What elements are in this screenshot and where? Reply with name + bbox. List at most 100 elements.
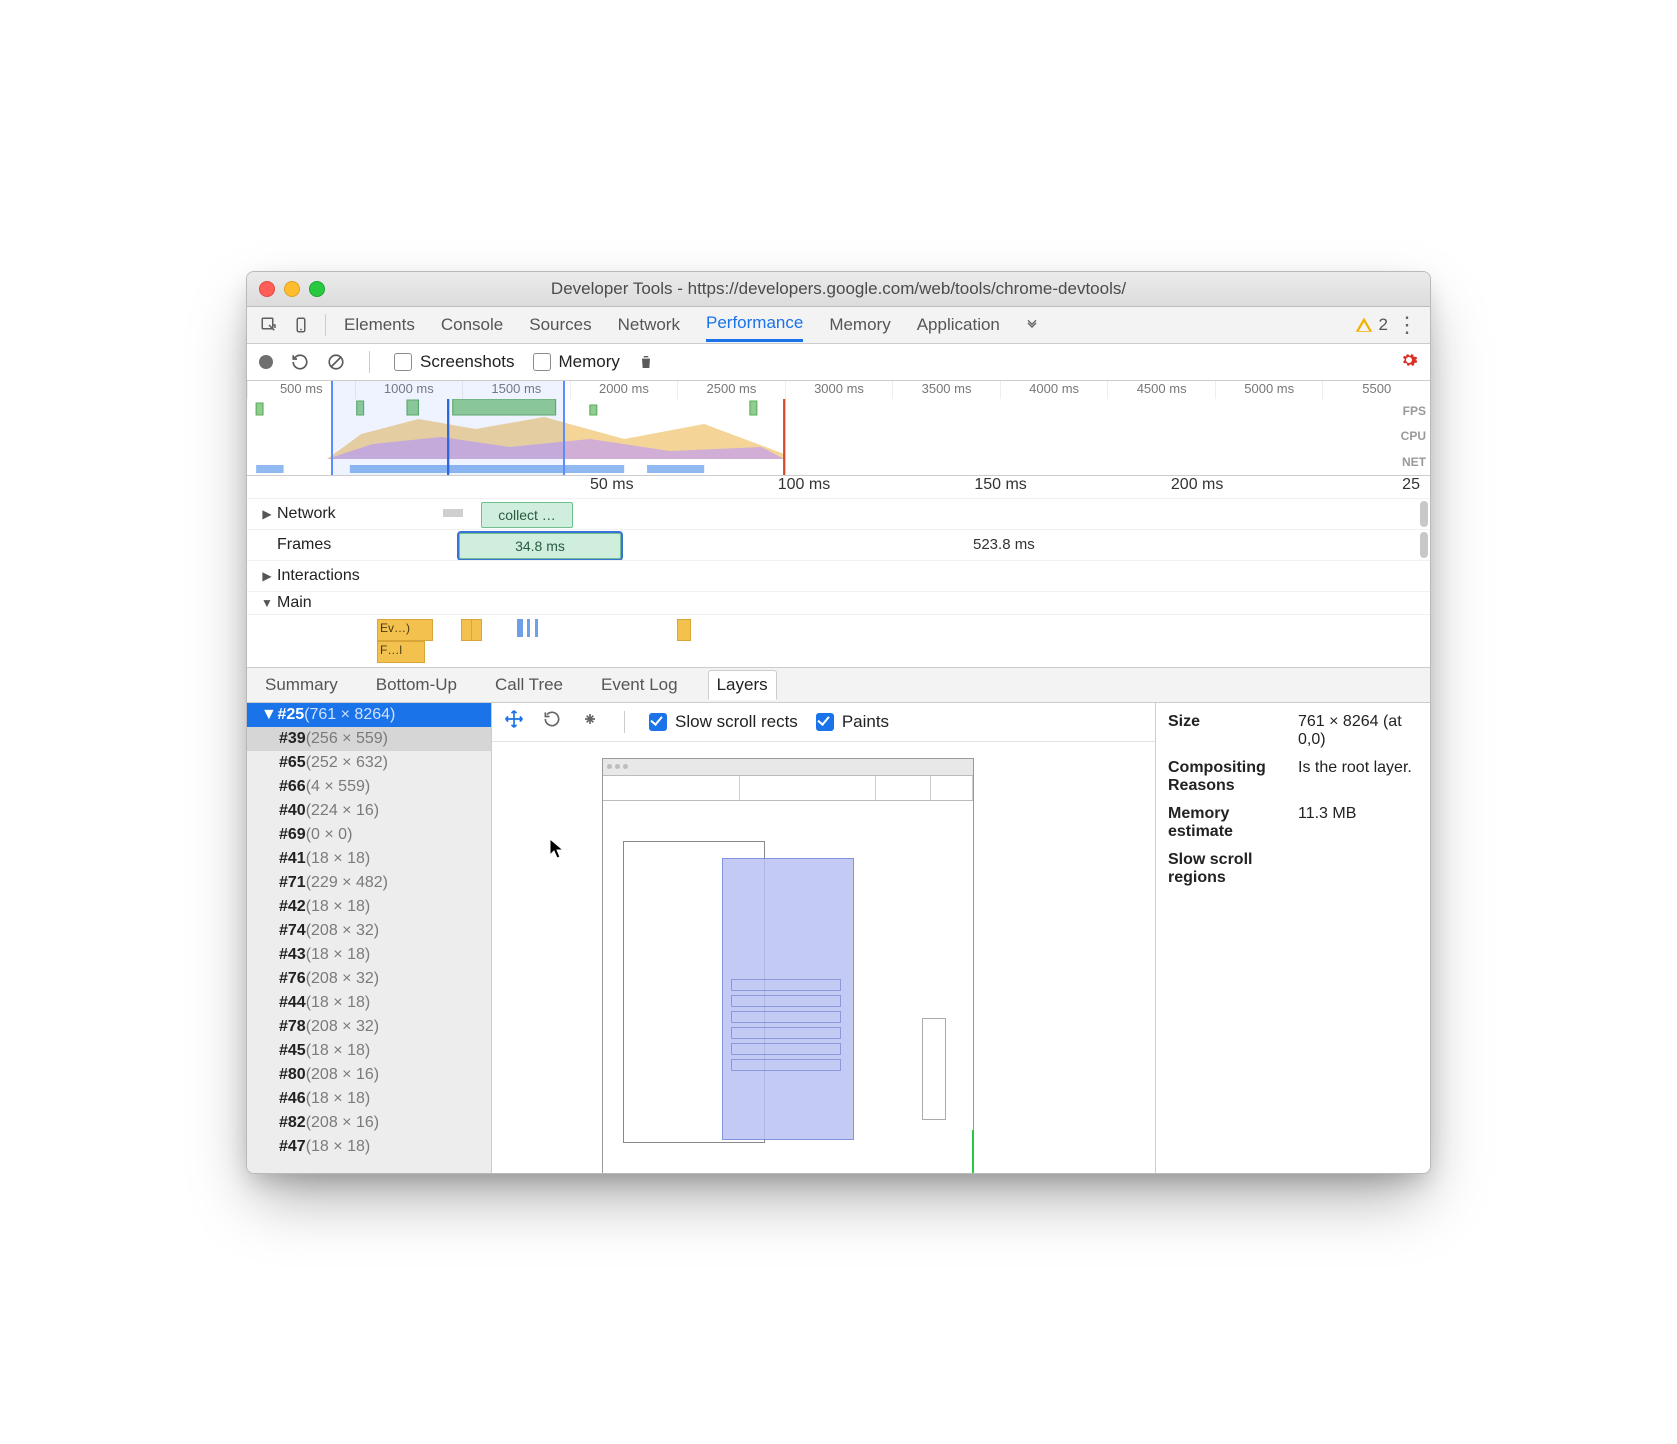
overview-row-labels: FPSCPUNET bbox=[1390, 399, 1426, 475]
tab-elements[interactable]: Elements bbox=[344, 309, 415, 341]
details-tabstrip: Summary Bottom-Up Call Tree Event Log Layers bbox=[247, 668, 1430, 703]
tab-console[interactable]: Console bbox=[441, 309, 503, 341]
screenshots-checkbox[interactable]: Screenshots bbox=[394, 352, 515, 372]
reset-view-icon[interactable] bbox=[580, 709, 600, 734]
layer-edge bbox=[972, 1130, 974, 1173]
tab-sources[interactable]: Sources bbox=[529, 309, 591, 341]
separator bbox=[624, 711, 625, 733]
window-title: Developer Tools - https://developers.goo… bbox=[247, 279, 1430, 299]
separator bbox=[369, 351, 370, 373]
tab-memory[interactable]: Memory bbox=[829, 309, 890, 341]
layer-node[interactable]: #42(18 × 18) bbox=[247, 895, 491, 919]
tab-application[interactable]: Application bbox=[917, 309, 1000, 341]
layer-node[interactable]: #45(18 × 18) bbox=[247, 1039, 491, 1063]
screenshots-label: Screenshots bbox=[420, 352, 515, 372]
clear-button[interactable] bbox=[327, 353, 345, 371]
devtools-menu-icon[interactable]: ⋮ bbox=[1392, 312, 1422, 338]
layer-details: Size 761 × 8264 (at 0,0) Compositing Reas… bbox=[1156, 703, 1430, 1173]
layer-node[interactable]: #44(18 × 18) bbox=[247, 991, 491, 1015]
layer-node[interactable]: #80(208 × 16) bbox=[247, 1063, 491, 1087]
layer-node[interactable]: #39(256 × 559) bbox=[247, 727, 491, 751]
layer-node[interactable]: #71(229 × 482) bbox=[247, 871, 491, 895]
titlebar: Developer Tools - https://developers.goo… bbox=[247, 272, 1430, 307]
zoom-window-button[interactable] bbox=[309, 281, 325, 297]
overview-ruler[interactable]: 500 ms1000 ms1500 ms2000 ms2500 ms3000 m… bbox=[247, 381, 1430, 476]
details-tab-event-log[interactable]: Event Log bbox=[593, 671, 686, 699]
layer-node[interactable]: ▼ #25(761 × 8264) bbox=[247, 703, 491, 727]
inspect-element-icon[interactable] bbox=[255, 311, 283, 339]
main-event[interactable]: Ev…) bbox=[377, 619, 433, 641]
detail-value-slow bbox=[1298, 851, 1418, 887]
separator bbox=[325, 314, 326, 336]
details-tab-bottom-up[interactable]: Bottom-Up bbox=[368, 671, 465, 699]
details-tab-summary[interactable]: Summary bbox=[257, 671, 346, 699]
collect-garbage-icon[interactable] bbox=[638, 353, 654, 371]
capture-settings-icon[interactable] bbox=[1400, 351, 1418, 373]
performance-toolbar: Screenshots Memory bbox=[247, 344, 1430, 381]
layer-canvas-toolbar: Slow scroll rects Paints bbox=[492, 703, 1155, 742]
layer-canvas[interactable] bbox=[492, 742, 1155, 1173]
selected-layer-highlight bbox=[722, 858, 854, 1140]
memory-label: Memory bbox=[559, 352, 620, 372]
panel-tabs: Elements Console Sources Network Performance… bbox=[344, 307, 1000, 342]
flame-chart[interactable]: 50 ms100 ms150 ms200 ms25 ▶Network colle… bbox=[247, 476, 1430, 668]
detail-key-size: Size bbox=[1168, 713, 1288, 749]
more-tabs-icon[interactable] bbox=[1018, 311, 1046, 339]
detail-value-size: 761 × 8264 (at 0,0) bbox=[1298, 713, 1418, 749]
layer-canvas-pane: Slow scroll rects Paints bbox=[492, 703, 1156, 1173]
layer-node[interactable]: #82(208 × 16) bbox=[247, 1111, 491, 1135]
detail-value-compositing: Is the root layer. bbox=[1298, 759, 1418, 795]
close-window-button[interactable] bbox=[259, 281, 275, 297]
frame-next: 523.8 ms bbox=[973, 536, 1035, 553]
tab-performance[interactable]: Performance bbox=[706, 307, 803, 342]
layer-node[interactable]: #69(0 × 0) bbox=[247, 823, 491, 847]
details-tab-layers[interactable]: Layers bbox=[708, 670, 777, 700]
layer-node[interactable]: #66(4 × 559) bbox=[247, 775, 491, 799]
scrollbar[interactable] bbox=[1420, 532, 1428, 558]
overview-selection[interactable] bbox=[331, 381, 565, 475]
rotate-mode-icon[interactable] bbox=[542, 709, 562, 734]
detail-key-memory: Memory estimate bbox=[1168, 805, 1288, 841]
paints-checkbox[interactable]: Paints bbox=[816, 712, 889, 732]
layer-tree[interactable]: ▼ #25(761 × 8264)#39(256 × 559)#65(252 ×… bbox=[247, 703, 492, 1173]
detail-key-compositing: Compositing Reasons bbox=[1168, 759, 1288, 795]
layer-node[interactable]: #41(18 × 18) bbox=[247, 847, 491, 871]
reload-button[interactable] bbox=[291, 353, 309, 371]
flame-row-interactions[interactable]: ▶Interactions bbox=[247, 560, 1430, 591]
flame-row-frames[interactable]: Frames 34.8 ms 523.8 ms bbox=[247, 529, 1430, 560]
slow-scroll-rects-checkbox[interactable]: Slow scroll rects bbox=[649, 712, 798, 732]
devtools-tabstrip: Elements Console Sources Network Performance… bbox=[247, 307, 1430, 344]
network-request-item[interactable]: collect … bbox=[481, 502, 573, 528]
warnings-count: 2 bbox=[1379, 315, 1388, 335]
layer-node[interactable]: #65(252 × 632) bbox=[247, 751, 491, 775]
layer-node[interactable]: #43(18 × 18) bbox=[247, 943, 491, 967]
layers-panel: ▼ #25(761 × 8264)#39(256 × 559)#65(252 ×… bbox=[247, 703, 1430, 1173]
warnings-badge[interactable]: 2 bbox=[1355, 315, 1388, 335]
devtools-window: Developer Tools - https://developers.goo… bbox=[246, 271, 1431, 1174]
pan-mode-icon[interactable] bbox=[504, 709, 524, 734]
layer-node[interactable]: #46(18 × 18) bbox=[247, 1087, 491, 1111]
record-button[interactable] bbox=[259, 355, 273, 369]
layer-node[interactable]: #76(208 × 32) bbox=[247, 967, 491, 991]
window-controls bbox=[247, 281, 325, 297]
device-toggle-icon[interactable] bbox=[287, 311, 315, 339]
minimize-window-button[interactable] bbox=[284, 281, 300, 297]
layer-view: Slow scroll rects Paints bbox=[492, 703, 1430, 1173]
layer-node[interactable]: #40(224 × 16) bbox=[247, 799, 491, 823]
layer-node[interactable]: #74(208 × 32) bbox=[247, 919, 491, 943]
layer-node[interactable]: #78(208 × 32) bbox=[247, 1015, 491, 1039]
flame-row-network[interactable]: ▶Network collect … bbox=[247, 498, 1430, 529]
detail-value-memory: 11.3 MB bbox=[1298, 805, 1418, 841]
main-event[interactable]: F…l bbox=[377, 641, 425, 663]
layer-box bbox=[922, 1018, 946, 1120]
details-tab-call-tree[interactable]: Call Tree bbox=[487, 671, 571, 699]
layer-node[interactable]: #47(18 × 18) bbox=[247, 1135, 491, 1159]
tab-network[interactable]: Network bbox=[618, 309, 680, 341]
flame-row-main[interactable]: ▼Main bbox=[247, 591, 1430, 614]
scrollbar[interactable] bbox=[1420, 501, 1428, 527]
detail-key-slow: Slow scroll regions bbox=[1168, 851, 1288, 887]
flame-main-tracks[interactable]: Ev…) F…l bbox=[247, 614, 1430, 667]
flame-ticks: 50 ms100 ms150 ms200 ms25 bbox=[247, 476, 1430, 498]
memory-checkbox[interactable]: Memory bbox=[533, 352, 620, 372]
frame-selected[interactable]: 34.8 ms bbox=[459, 533, 621, 559]
